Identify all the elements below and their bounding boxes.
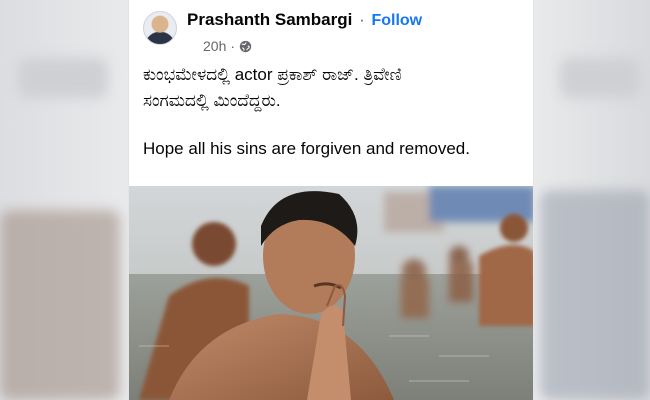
post-text-english: Hope all his sins are forgiven and remov… [143,139,470,158]
post-text: ಕುಂಭಮೇಳದಲ್ಲಿ actor ಪ್ರಕಾಶ್ ರಾಜ್. ತ್ರಿವೇಣ… [143,62,523,162]
photo-scene [129,186,533,400]
social-post-card: Prashanth Sambargi · Follow 20h · ಕುಂಭಮೇ… [128,0,534,400]
post-text-line-1: ಕುಂಭಮೇಳದಲ್ಲಿ actor ಪ್ರಕಾಶ್ ರಾಜ್. ತ್ರಿವೇಣ… [143,65,402,84]
meta-dot: · [230,38,236,54]
blurred-background-right-photo [540,190,650,400]
avatar[interactable] [143,11,177,45]
blurred-background-left-photo [0,210,120,400]
post-photo[interactable] [129,186,533,400]
post-header: Prashanth Sambargi · Follow 20h · [143,8,523,54]
follow-button[interactable]: Follow [371,12,422,29]
author-name[interactable]: Prashanth Sambargi [187,10,352,29]
globe-icon [239,40,252,52]
post-text-spacer [143,114,523,136]
separator-dot: · [359,10,365,29]
post-text-line-2: ಸಂಗಮದಲ್ಲಿ ಮಿಂದೆದ್ದರು. [143,91,281,110]
author-line: Prashanth Sambargi · Follow [187,10,422,30]
blurred-background-left [18,58,108,98]
blurred-background-right [560,58,640,98]
post-meta: 20h · [203,38,252,54]
post-time[interactable]: 20h [203,38,226,54]
